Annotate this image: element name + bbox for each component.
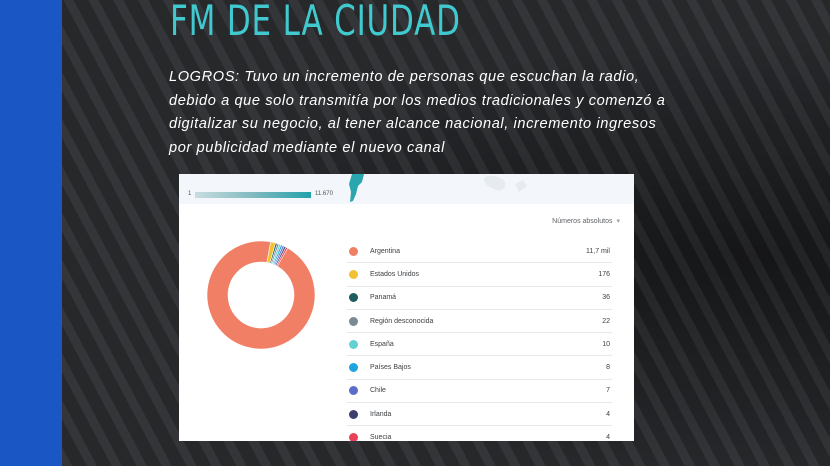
country-value: 7 (606, 387, 610, 395)
legend-color-dot (349, 246, 358, 256)
legend-color-dot (349, 269, 358, 279)
country-name: Argentina (370, 247, 400, 255)
legend-color-dot (349, 433, 358, 441)
country-value: 4 (606, 410, 610, 418)
list-item[interactable]: Estados Unidos 176 (347, 263, 612, 287)
list-item[interactable]: Argentina 11,7 mil (347, 240, 612, 264)
map-legend-min: 1 (188, 191, 192, 197)
analytics-card: 1 11.670 Números absolutos ▾ Argentina 11,… (179, 174, 634, 441)
country-name: Región desconocida (370, 317, 434, 325)
country-value: 22 (602, 317, 610, 325)
country-donut-chart (206, 240, 316, 350)
country-value: 10 (602, 340, 610, 348)
map-legend-gradient (195, 192, 311, 198)
left-accent-bar (0, 0, 62, 466)
page-title: FM DE LA CIUDAD (170, 0, 461, 45)
legend-color-dot (349, 293, 358, 303)
map-legend-max: 11.670 (315, 191, 333, 197)
map-strip: 1 11.670 (179, 174, 634, 204)
country-name: Irlanda (370, 410, 392, 418)
map-region-argentina (349, 174, 364, 202)
chevron-down-icon: ▾ (616, 218, 620, 225)
country-name: Países Bajos (370, 364, 411, 372)
country-value: 11,7 mil (586, 247, 610, 255)
donut-slice-0 (206, 240, 316, 350)
legend-color-dot (349, 409, 358, 419)
list-item[interactable]: Suecia 4 (347, 426, 612, 441)
list-item[interactable]: Irlanda 4 (347, 403, 612, 427)
legend-color-dot (349, 316, 358, 326)
legend-color-dot (349, 339, 358, 349)
country-name: Panamá (370, 294, 397, 302)
country-value: 8 (606, 364, 610, 372)
country-value: 36 (602, 294, 610, 302)
list-item[interactable]: España 10 (347, 333, 612, 357)
country-list: Argentina 11,7 mil Estados Unidos 176 Panamá… (347, 240, 612, 441)
list-item[interactable]: Países Bajos 8 (347, 356, 612, 380)
country-name: España (370, 340, 394, 348)
list-item[interactable]: Región desconocida 22 (347, 310, 612, 334)
list-item[interactable]: Panamá 36 (347, 287, 612, 310)
display-mode-label: Números absolutos (552, 218, 613, 225)
country-name: Estados Unidos (370, 270, 420, 278)
achievements-paragraph: LOGROS: Tuvo un incremento de personas q… (169, 69, 666, 156)
list-item[interactable]: Chile 7 (347, 380, 612, 404)
country-value: 176 (598, 270, 610, 278)
country-name: Chile (370, 387, 386, 395)
country-name: Suecia (370, 434, 392, 441)
legend-color-dot (349, 386, 358, 396)
legend-color-dot (349, 363, 358, 373)
map-region-faint (483, 175, 527, 192)
display-mode-select[interactable]: Números absolutos ▾ (552, 217, 620, 225)
country-value: 4 (606, 434, 610, 441)
